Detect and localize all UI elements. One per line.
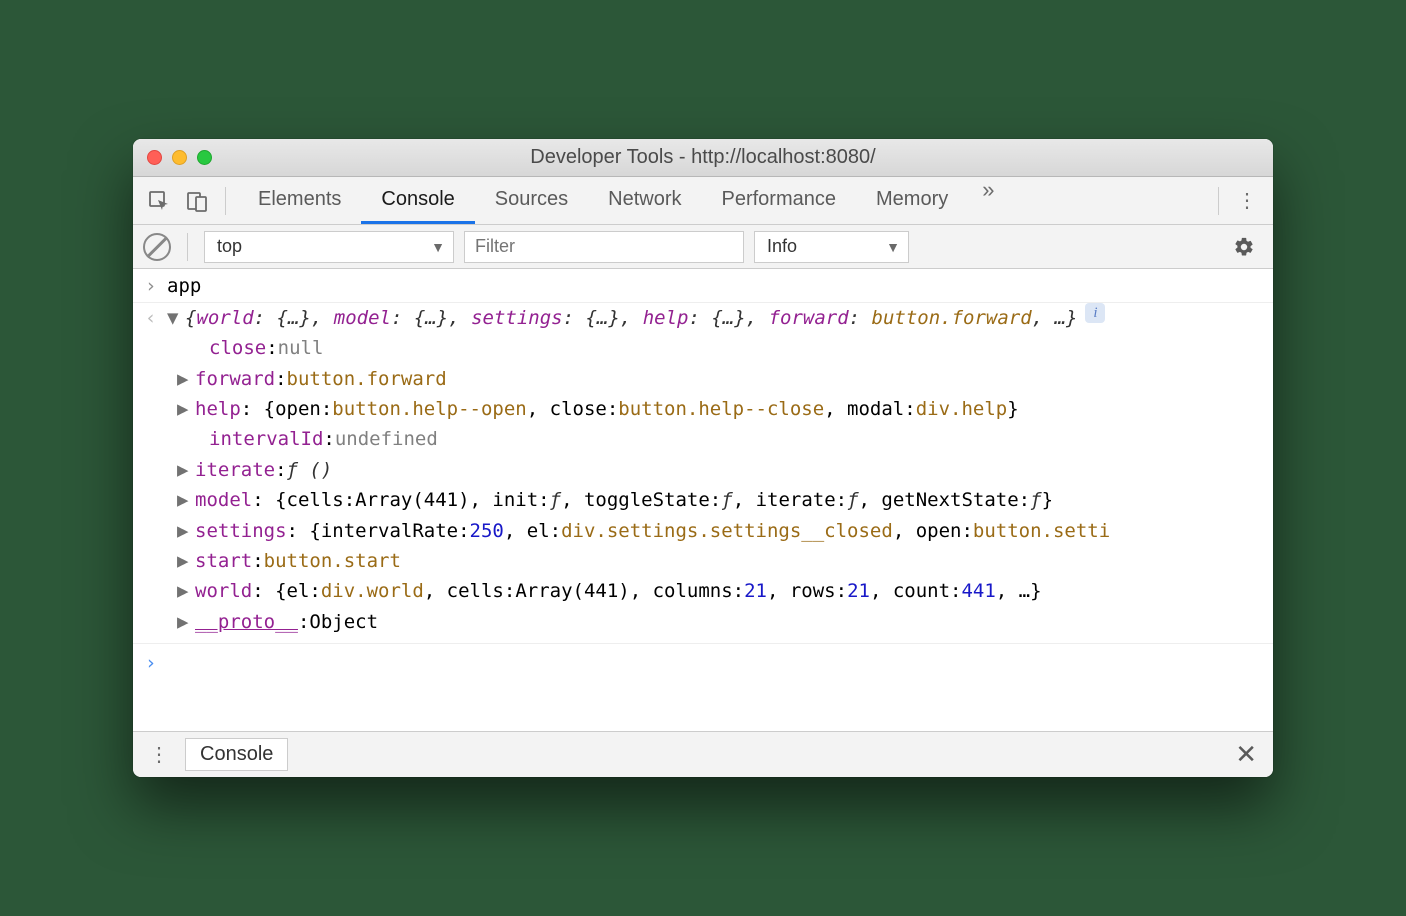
drawer-close-icon[interactable]: ✕ [1229,739,1263,770]
minimize-window-button[interactable] [172,150,187,165]
input-prompt-icon: › [145,271,167,301]
disclosure-triangle-open-icon[interactable]: ▼ [167,303,185,333]
tab-elements[interactable]: Elements [238,177,361,224]
inspect-element-icon[interactable] [143,185,175,217]
disclosure-triangle-icon[interactable]: ▶ [177,394,195,424]
console-input-text: app [167,271,201,301]
tabs-overflow-button[interactable]: » [968,177,1008,224]
prop-forward[interactable]: ▶forward: button.forward [133,364,1273,394]
console-output: › app ‹ ▼ {world: {…}, model: {…}, setti… [133,269,1273,730]
disclosure-triangle-icon[interactable]: ▶ [177,607,195,637]
console-filter-bar: top ▼ Info ▼ [133,225,1273,269]
console-result-row[interactable]: ‹ ▼ {world: {…}, model: {…}, settings: {… [133,302,1273,333]
tab-console[interactable]: Console [361,177,474,224]
filter-input[interactable] [464,231,744,263]
caret-down-icon: ▼ [886,239,900,255]
prop-start[interactable]: ▶start: button.start [133,546,1273,576]
log-level-selector[interactable]: Info ▼ [754,231,909,263]
disclosure-triangle-icon[interactable]: ▶ [177,485,195,515]
prop-model[interactable]: ▶model: {cells: Array(441), init: ƒ, tog… [133,485,1273,515]
drawer-tab-console[interactable]: Console [185,738,288,771]
devtools-window: Developer Tools - http://localhost:8080/… [133,139,1273,776]
tab-network[interactable]: Network [588,177,701,224]
prop-help[interactable]: ▶help: {open: button.help--open, close: … [133,394,1273,424]
tab-sources[interactable]: Sources [475,177,588,224]
tab-memory[interactable]: Memory [856,177,968,224]
prop-world[interactable]: ▶world: {el: div.world, cells: Array(441… [133,576,1273,606]
disclosure-triangle-icon[interactable]: ▶ [177,516,195,546]
drawer-menu-icon[interactable]: ⋮ [143,742,175,767]
device-toolbar-icon[interactable] [181,185,213,217]
console-settings-icon[interactable] [1225,236,1263,258]
traffic-lights [133,150,212,165]
separator [225,187,226,215]
kebab-menu-icon[interactable]: ⋮ [1231,188,1263,213]
separator [1218,187,1219,215]
main-toolbar: Elements Console Sources Network Perform… [133,177,1273,225]
output-prompt-icon: ‹ [145,303,167,333]
console-prompt-row[interactable]: › [133,643,1273,678]
clear-console-icon[interactable] [143,233,171,261]
console-input-row[interactable]: › app [133,271,1273,301]
prop-iterate[interactable]: ▶iterate: ƒ () [133,455,1273,485]
titlebar: Developer Tools - http://localhost:8080/ [133,139,1273,177]
context-value: top [217,236,242,257]
separator [187,233,188,261]
prop-intervalid[interactable]: intervalId: undefined [133,424,1273,454]
log-level-value: Info [767,236,797,257]
disclosure-triangle-icon[interactable]: ▶ [177,455,195,485]
info-badge-icon[interactable]: i [1085,303,1105,323]
close-window-button[interactable] [147,150,162,165]
context-selector[interactable]: top ▼ [204,231,454,263]
tab-performance[interactable]: Performance [702,177,857,224]
panel-tabs: Elements Console Sources Network Perform… [238,177,1206,224]
object-summary: {world: {…}, model: {…}, settings: {…}, … [185,303,1077,333]
prop-proto[interactable]: ▶__proto__: Object [133,607,1273,637]
disclosure-triangle-icon[interactable]: ▶ [177,576,195,606]
caret-down-icon: ▼ [431,239,445,255]
prop-settings[interactable]: ▶settings: {intervalRate: 250, el: div.s… [133,516,1273,546]
input-prompt-icon: › [145,648,167,678]
drawer: ⋮ Console ✕ [133,731,1273,777]
disclosure-triangle-icon[interactable]: ▶ [177,364,195,394]
prop-close[interactable]: close: null [133,333,1273,363]
disclosure-triangle-icon[interactable]: ▶ [177,546,195,576]
maximize-window-button[interactable] [197,150,212,165]
window-title: Developer Tools - http://localhost:8080/ [133,146,1273,169]
